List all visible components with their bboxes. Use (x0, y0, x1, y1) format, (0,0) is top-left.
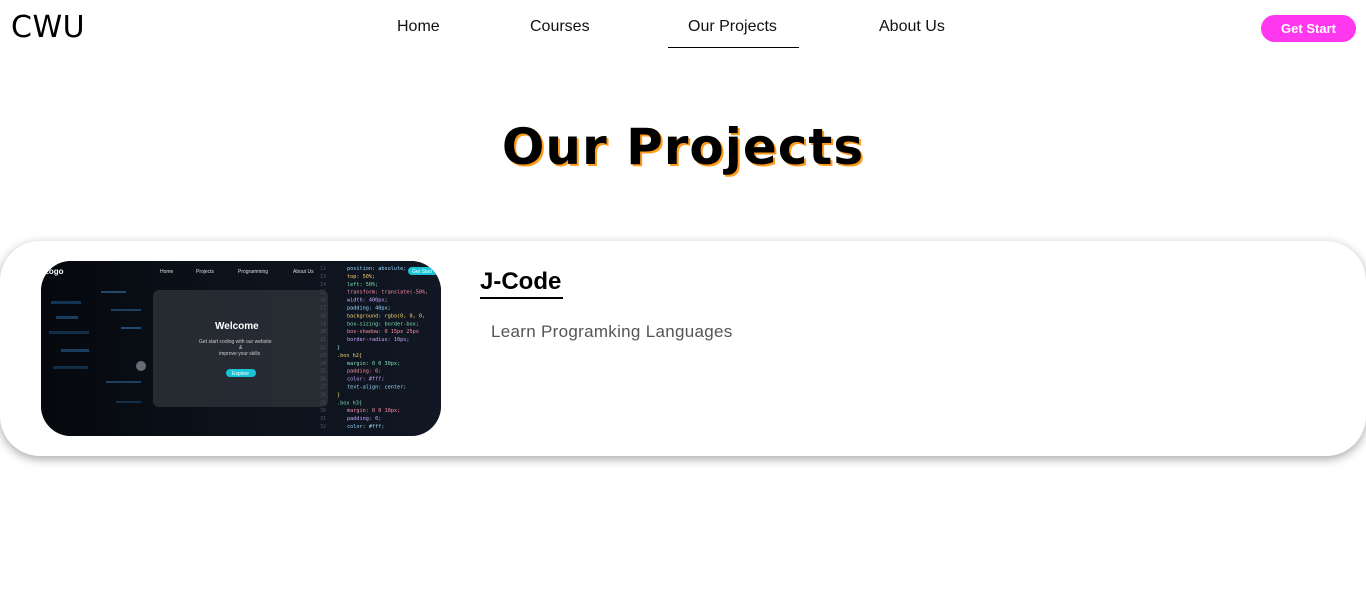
thumb-code-line: box-sizing: border-box; (347, 321, 419, 327)
thumb-code-line-number: 16 (320, 298, 326, 304)
thumb-code-line: .box h3{ (337, 400, 362, 406)
navbar: CWU Home Courses Our Projects About Us G… (0, 0, 1366, 58)
project-thumbnail[interactable]: Logo Home Projects Programming About Us … (41, 261, 441, 436)
thumb-code-line-number: 20 (320, 329, 326, 335)
thumb-nav-home: Home (160, 269, 174, 275)
thumb-nav-about: About Us (293, 269, 314, 275)
thumb-code-line: border-radius: 10px; (347, 337, 409, 343)
thumb-code-line-number: 18 (320, 313, 326, 319)
thumb-welcome-heading: Welcome (215, 321, 259, 332)
thumb-cta-label: Get Start (412, 269, 433, 275)
thumb-code-line-number: 30 (320, 408, 326, 414)
thumb-code-line-number: 25 (320, 369, 326, 375)
thumb-code-line: position: absolute; (347, 266, 406, 272)
thumb-code-line: padding: 0; (347, 416, 381, 422)
thumbnail-screenshot: Logo Home Projects Programming About Us … (41, 261, 441, 436)
thumb-nav-projects: Projects (196, 269, 215, 275)
thumb-code-line: color: #fff; (347, 424, 384, 430)
thumb-code-line: background: rgba(0, 0, 0, (347, 313, 425, 319)
thumb-code-line-number: 31 (320, 416, 326, 422)
thumb-code-line: padding: 40px; (347, 306, 391, 312)
thumb-code-line: .box h2{ (337, 353, 362, 359)
thumb-code-line-number: 12 (320, 266, 326, 272)
get-start-button[interactable]: Get Start (1261, 15, 1356, 42)
nav-link-home[interactable]: Home (397, 18, 440, 36)
thumb-code-line-number: 17 (320, 306, 326, 312)
thumb-explore-label: Explore (232, 371, 249, 377)
active-nav-underline (668, 47, 799, 48)
thumb-code-line-number: 24 (320, 361, 326, 367)
project-card[interactable]: Logo Home Projects Programming About Us … (0, 241, 1366, 456)
thumb-code-line: padding: 0; (347, 369, 381, 375)
thumb-code-line: left: 50%; (347, 282, 378, 288)
project-title-underline (480, 297, 563, 299)
thumb-code-line: color: #fff; (347, 377, 384, 383)
page-title: Our Projects (501, 118, 865, 176)
thumb-code-line: } (337, 392, 340, 398)
thumb-code-line: margin: 0 0 30px; (347, 361, 400, 367)
nav-link-about-us[interactable]: About Us (879, 18, 945, 36)
thumb-code-line-number: 19 (320, 321, 326, 327)
thumb-code-line-number: 14 (320, 282, 326, 288)
thumb-code-line-number: 29 (320, 400, 326, 406)
thumb-code-line-number: 22 (320, 345, 326, 351)
thumb-code-line-number: 21 (320, 337, 326, 343)
thumb-line-1: Get start coding with our website (199, 339, 272, 345)
nav-link-courses[interactable]: Courses (530, 18, 590, 36)
thumb-code-line-number: 32 (320, 424, 326, 430)
thumb-code-line: text-align: center; (347, 385, 406, 391)
site-logo[interactable]: CWU (11, 10, 85, 45)
thumb-code-line-number: 28 (320, 392, 326, 398)
nav-link-our-projects[interactable]: Our Projects (688, 18, 777, 36)
thumb-code-line: transform: translate(-50%, (347, 290, 428, 296)
thumb-code-line: margin: 0 0 10px; (347, 408, 400, 414)
thumb-code-line-number: 13 (320, 274, 326, 280)
thumb-code-line: width: 400px; (347, 298, 388, 304)
thumb-code-line: top: 50%; (347, 274, 375, 280)
thumb-code-line-number: 15 (320, 290, 326, 296)
project-title[interactable]: J-Code (480, 268, 561, 296)
project-description: Learn Programking Languages (491, 322, 733, 341)
thumb-code-line-number: 27 (320, 385, 326, 391)
thumb-code-line-number: 26 (320, 377, 326, 383)
thumb-code-line: } (337, 345, 340, 351)
thumb-code-line-number: 23 (320, 353, 326, 359)
thumb-logo: Logo (44, 267, 64, 276)
thumb-code-line: box-shadow: 0 15px 25px (347, 329, 419, 335)
thumb-nav-programming: Programming (238, 269, 268, 275)
thumb-line-3: improve your skills (219, 351, 261, 357)
